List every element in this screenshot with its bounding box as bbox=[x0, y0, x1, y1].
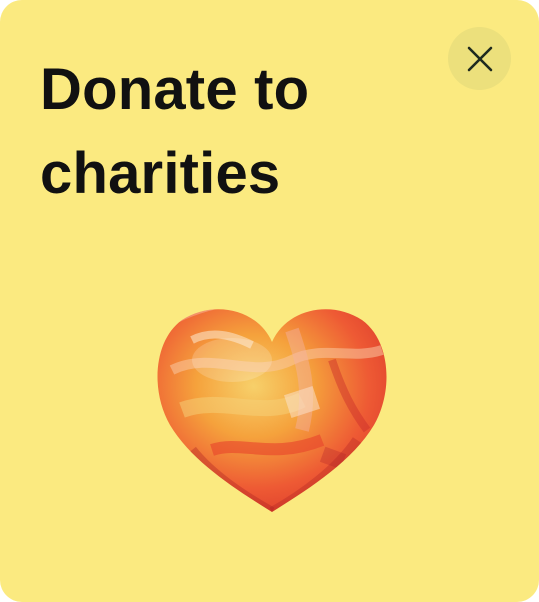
heart-icon bbox=[157, 309, 387, 513]
close-icon bbox=[466, 45, 494, 73]
donate-card: Donate to charities bbox=[0, 0, 539, 602]
card-title: Donate to charities bbox=[40, 57, 310, 206]
close-button[interactable] bbox=[448, 27, 511, 90]
heart-illustration bbox=[152, 300, 392, 515]
